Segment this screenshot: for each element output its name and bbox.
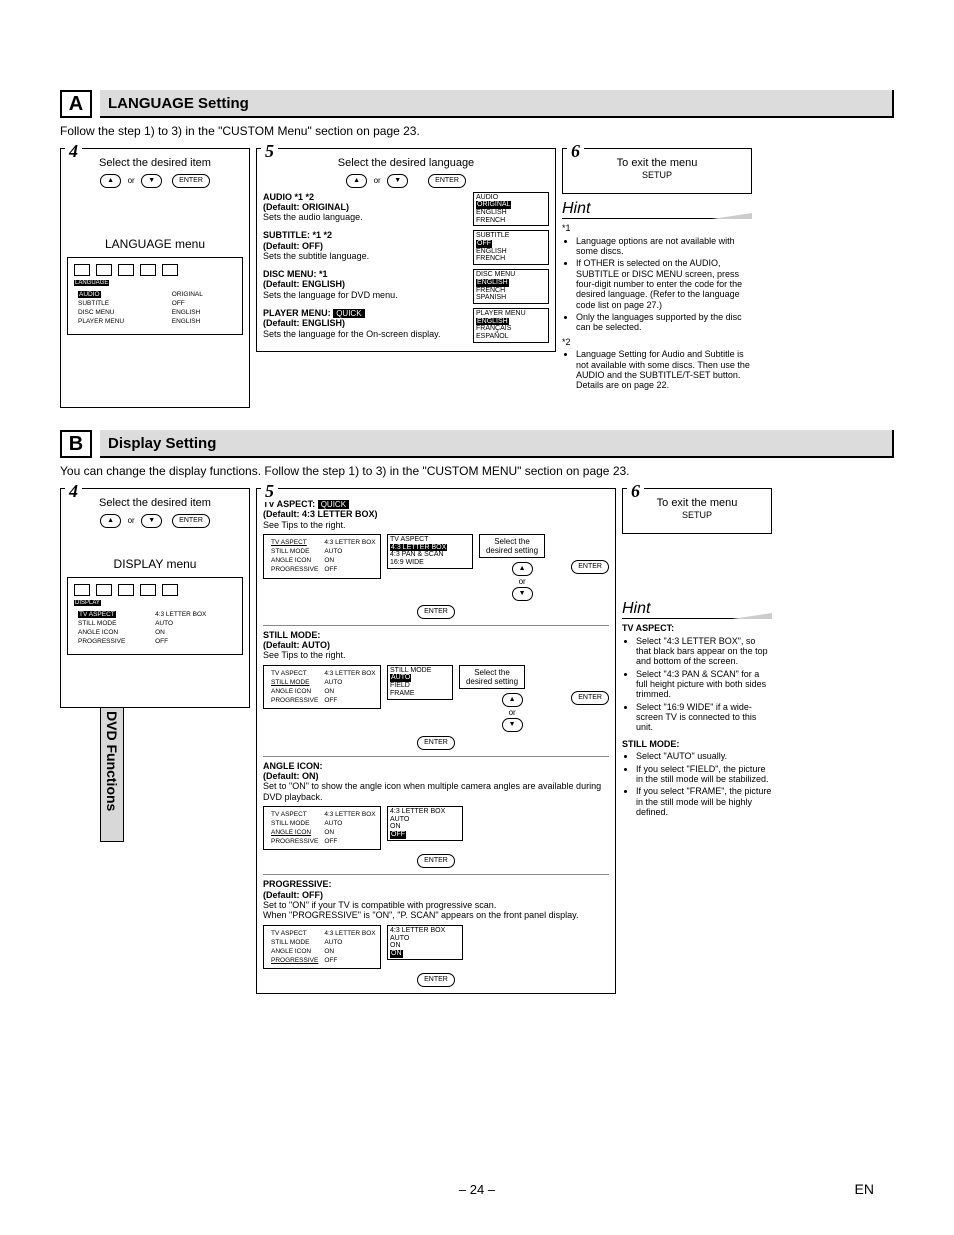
a-step5-panel: 5 Select the desired language ▲ or ▼ ENT… <box>256 148 556 352</box>
enter-button: ENTER <box>571 691 609 705</box>
b-tv-popup: TV ASPECT 4:3 LETTER BOX 4:3 PAN & SCAN … <box>387 534 473 569</box>
b-step4-title: Select the desired item <box>67 497 243 510</box>
b-stillmode-label: STILL MODE: <box>263 630 609 640</box>
b-progressive-label: PROGRESSIVE: <box>263 879 609 889</box>
a-step6-num: 6 <box>567 141 584 162</box>
up-button: ▲ <box>346 174 367 188</box>
section-a-title: LANGUAGE Setting <box>100 90 894 118</box>
b-step6-col: 6 To exit the menu SETUP Hint TV ASPECT:… <box>622 488 772 819</box>
down-button: ▼ <box>387 174 408 188</box>
a-language-osd: LANGUAGE AUDIOORIGINAL SUBTITLEOFF DISC … <box>67 257 243 334</box>
a-hint-body: *1 Language options are not available wi… <box>562 223 752 390</box>
down-button: ▼ <box>512 587 533 601</box>
page-number: – 24 – <box>0 1182 954 1197</box>
section-b-title: Display Setting <box>100 430 894 458</box>
section-b-intro: You can change the display functions. Fo… <box>60 464 894 478</box>
a-discmenu-popup: DISC MENU ENGLISH FRENCH SPANISH <box>473 269 549 304</box>
up-button: ▲ <box>502 693 523 707</box>
b-angleicon-label: ANGLE ICON: <box>263 761 609 771</box>
b-angle-osd: TV ASPECT4:3 LETTER BOX STILL MODEAUTO A… <box>263 806 381 851</box>
a-hint-header: Hint <box>562 200 752 219</box>
a-step6-title: To exit the menu <box>569 157 745 170</box>
b-display-menu-label: DISPLAY menu <box>67 558 243 572</box>
b-step4-num: 4 <box>65 481 82 502</box>
b-still-popup: STILL MODE AUTO FIELD FRAME <box>387 665 453 700</box>
quick-badge: QUICK <box>333 309 364 318</box>
enter-button: ENTER <box>172 514 210 528</box>
enter-button: ENTER <box>172 174 210 188</box>
quick-badge: QUICK <box>318 500 349 509</box>
b-tv-osd: TV ASPECT4:3 LETTER BOX STILL MODEAUTO A… <box>263 534 381 579</box>
a-subtitle-popup: SUBTITLE OFF ENGLISH FRENCH <box>473 230 549 265</box>
a-audio-popup: AUDIO ORIGINAL ENGLISH FRENCH <box>473 192 549 227</box>
a-step4-panel: 4 Select the desired item ▲ or ▼ ENTER L… <box>60 148 250 408</box>
b-display-osd: DISPLAY TV ASPECT4:3 LETTER BOX STILL MO… <box>67 577 243 654</box>
b-hint-body: TV ASPECT: Select "4:3 LETTER BOX", so t… <box>622 623 772 817</box>
a-discmenu-label: DISC MENU: *1 <box>263 269 467 279</box>
a-playermenu-popup: PLAYER MENU ENGLISH FRANÇAIS ESPAÑOL <box>473 308 549 343</box>
down-button: ▼ <box>141 514 162 528</box>
b-step6-num: 6 <box>627 481 644 502</box>
a-step4-title: Select the desired item <box>67 157 243 170</box>
enter-button: ENTER <box>417 736 455 750</box>
a-step5-num: 5 <box>261 141 278 162</box>
b-step5-num: 5 <box>261 481 278 502</box>
section-a-header: A LANGUAGE Setting <box>60 90 894 118</box>
down-button: ▼ <box>141 174 162 188</box>
section-b-header: B Display Setting <box>60 430 894 458</box>
b-prog-osd: TV ASPECT4:3 LETTER BOX STILL MODEAUTO A… <box>263 925 381 970</box>
down-button: ▼ <box>502 718 523 732</box>
up-button: ▲ <box>100 514 121 528</box>
b-step4-panel: 4 Select the desired item ▲ or ▼ ENTER D… <box>60 488 250 708</box>
b-step6-title: To exit the menu <box>629 497 765 510</box>
up-button: ▲ <box>100 174 121 188</box>
b-step5-panel: 5 TV ASPECT: QUICK (Default: 4:3 LETTER … <box>256 488 616 994</box>
a-language-menu-label: LANGUAGE menu <box>67 238 243 252</box>
or-label: or <box>128 176 135 185</box>
enter-button: ENTER <box>417 854 455 868</box>
b-still-osd: TV ASPECT4:3 LETTER BOX STILL MODEAUTO A… <box>263 665 381 710</box>
enter-button: ENTER <box>417 973 455 987</box>
page-lang: EN <box>855 1181 874 1197</box>
a-playermenu-label: PLAYER MENU: <box>263 308 331 318</box>
enter-button: ENTER <box>571 560 609 574</box>
section-a-intro: Follow the step 1) to 3) in the "CUSTOM … <box>60 124 894 138</box>
a-step6-col: 6 To exit the menu SETUP Hint *1 Languag… <box>562 148 752 393</box>
a-step5-title: Select the desired language <box>263 157 549 170</box>
setup-label: SETUP <box>629 510 765 520</box>
enter-button: ENTER <box>417 605 455 619</box>
select-setting-label: Select the desired setting <box>479 534 545 558</box>
a-audio-label: AUDIO *1 *2 <box>263 192 467 202</box>
b-prog-popup: 4:3 LETTER BOX AUTO ON ON <box>387 925 463 960</box>
select-setting-label: Select the desired setting <box>459 665 525 689</box>
section-a-letter: A <box>60 90 92 118</box>
enter-button: ENTER <box>428 174 466 188</box>
up-button: ▲ <box>512 562 533 576</box>
b-angle-popup: 4:3 LETTER BOX AUTO ON OFF <box>387 806 463 841</box>
a-subtitle-label: SUBTITLE: *1 *2 <box>263 230 467 240</box>
b-hint-header: Hint <box>622 600 772 619</box>
setup-label: SETUP <box>569 170 745 180</box>
section-b-letter: B <box>60 430 92 458</box>
a-step4-num: 4 <box>65 141 82 162</box>
